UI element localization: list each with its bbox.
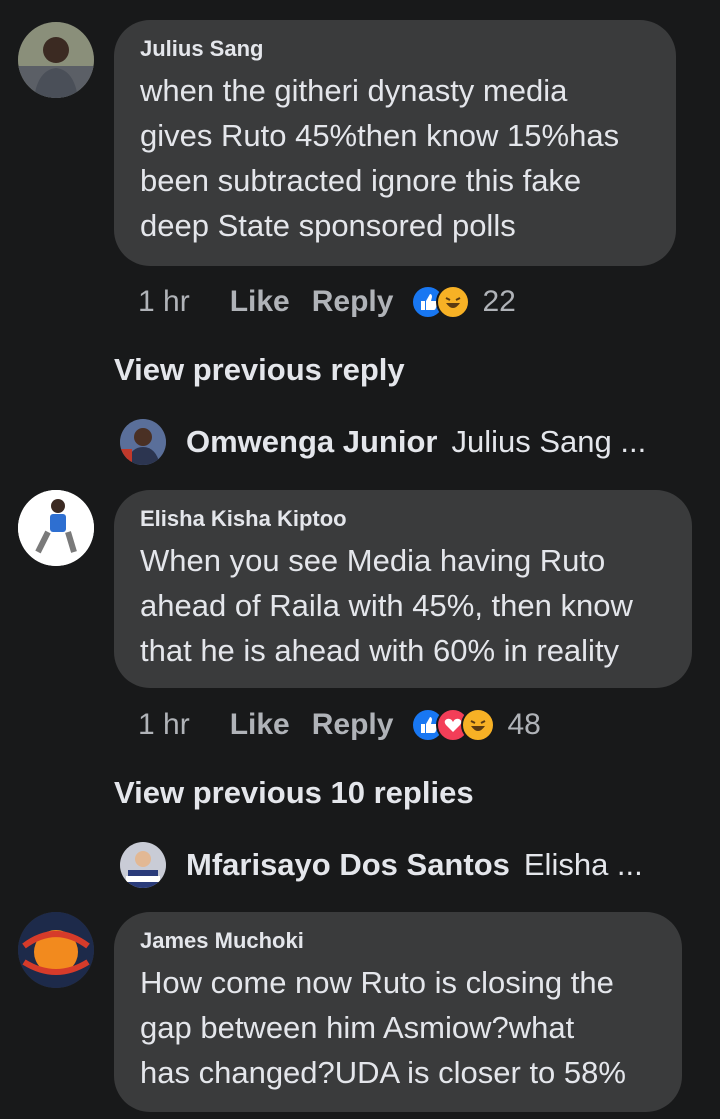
- avatar-image: [18, 912, 94, 988]
- comment-bubble[interactable]: Julius Sang when the githeri dynasty med…: [114, 20, 676, 266]
- avatar-image: [18, 490, 94, 566]
- avatar-james-muchoki[interactable]: [18, 912, 94, 988]
- reaction-count[interactable]: 22: [482, 285, 515, 319]
- reactions-summary[interactable]: [411, 285, 471, 319]
- like-button[interactable]: Like: [230, 708, 290, 742]
- reply-preview-row[interactable]: Mfarisayo Dos Santos Elisha ...: [120, 841, 643, 889]
- reaction-count[interactable]: 48: [507, 708, 540, 742]
- comment-bubble[interactable]: James Muchoki How come now Ruto is closi…: [114, 912, 682, 1112]
- avatar-image: [18, 22, 94, 98]
- reactions-summary[interactable]: [411, 708, 496, 742]
- comment-timestamp[interactable]: 1 hr: [138, 708, 190, 742]
- comment-actions: 1 hr Like Reply 22: [138, 282, 516, 322]
- comment-text: when the githeri dynasty media gives Rut…: [140, 73, 620, 243]
- reply-button[interactable]: Reply: [312, 708, 394, 742]
- view-previous-reply-link[interactable]: View previous reply: [114, 352, 405, 388]
- reply-preview-row[interactable]: Omwenga Junior Julius Sang ...: [120, 418, 646, 466]
- comment-text: When you see Media having Ruto ahead of …: [140, 543, 633, 668]
- comment-author[interactable]: Elisha Kisha Kiptoo: [140, 506, 666, 532]
- reply-button[interactable]: Reply: [312, 285, 394, 319]
- reply-preview-text: Elisha ...: [523, 847, 643, 882]
- reply-author[interactable]: Mfarisayo Dos Santos: [186, 847, 510, 883]
- avatar-julius-sang[interactable]: [18, 22, 94, 98]
- reply-preview-text: Julius Sang ...: [451, 424, 647, 459]
- like-button[interactable]: Like: [230, 285, 290, 319]
- reply-author[interactable]: Omwenga Junior: [186, 424, 437, 460]
- comment-bubble[interactable]: Elisha Kisha Kiptoo When you see Media h…: [114, 490, 692, 688]
- comment-actions: 1 hr Like Reply 48: [138, 705, 541, 745]
- comment-author[interactable]: Julius Sang: [140, 36, 650, 62]
- avatar-omwenga-junior: [120, 419, 166, 465]
- comment-timestamp[interactable]: 1 hr: [138, 285, 190, 319]
- comment-author[interactable]: James Muchoki: [140, 928, 656, 954]
- avatar-elisha-kisha-kiptoo[interactable]: [18, 490, 94, 566]
- haha-icon: [461, 708, 496, 742]
- avatar-mfarisayo-dos-santos: [120, 842, 166, 888]
- haha-icon: [436, 285, 471, 319]
- view-previous-replies-link[interactable]: View previous 10 replies: [114, 775, 474, 811]
- comment-text: How come now Ruto is closing the gap bet…: [140, 965, 626, 1090]
